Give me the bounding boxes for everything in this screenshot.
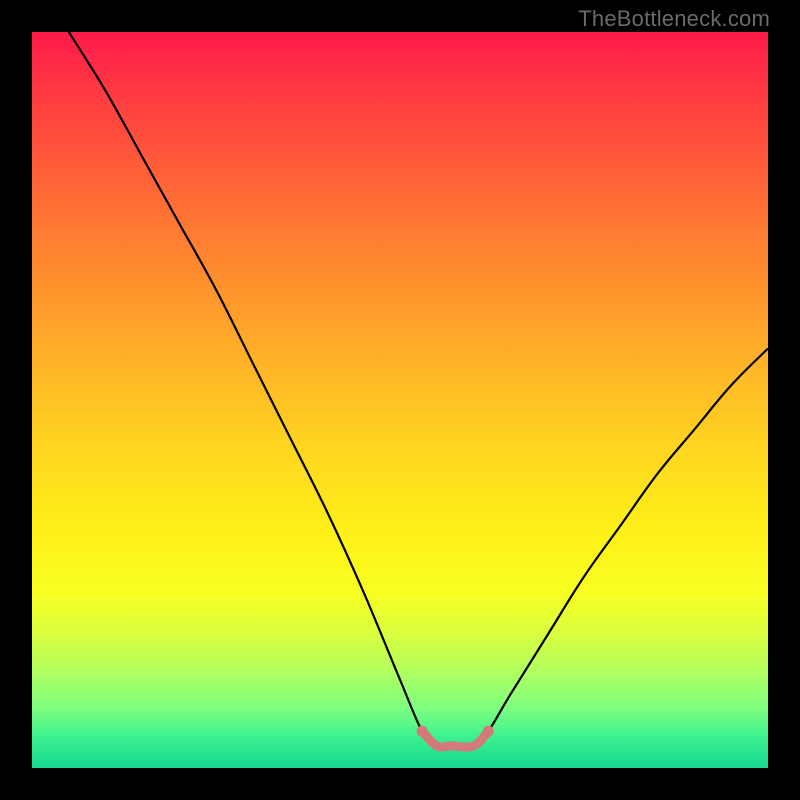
highlight-endpoint-dot: [417, 726, 428, 737]
chart-frame: TheBottleneck.com: [0, 0, 800, 800]
curve-svg: [32, 32, 768, 768]
plot-area: [32, 32, 768, 768]
bottleneck-curve-path: [69, 32, 768, 747]
watermark-text: TheBottleneck.com: [578, 6, 770, 32]
highlight-endpoint-dot: [483, 726, 494, 737]
highlight-segment-path: [422, 731, 488, 747]
